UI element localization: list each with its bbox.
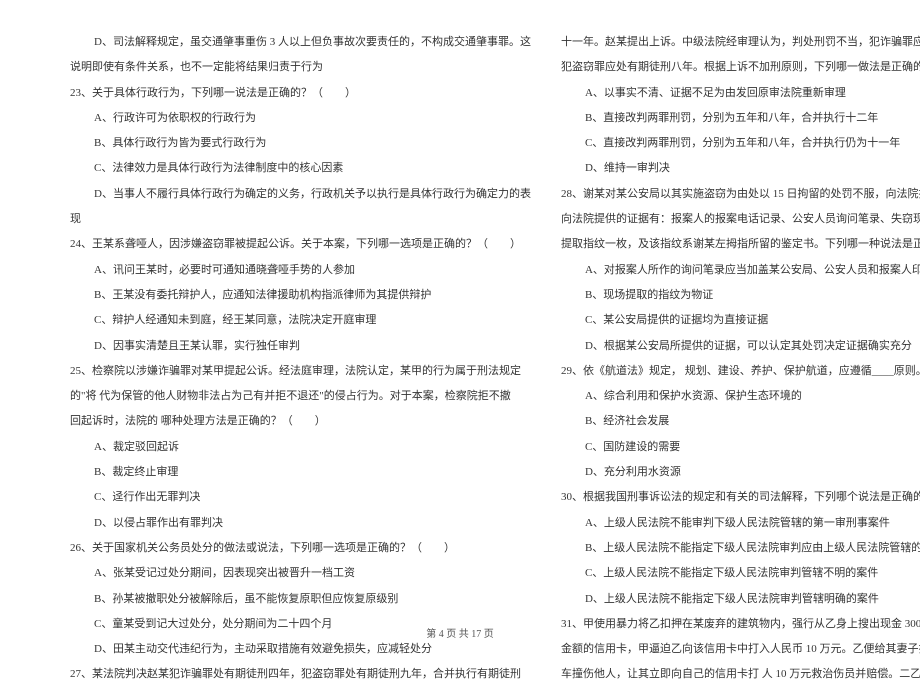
text-line: 29、依《航道法》规定， 规划、建设、养护、保护航道，应遵循____原则。（ ） xyxy=(561,359,920,384)
text-line: D、充分利用水资源 xyxy=(561,460,920,485)
text-line: 车撞伤他人，让其立即向自己的信用卡打 人 10 万元救治伤员并赔偿。二乙妻信以为… xyxy=(561,662,920,687)
text-line: 回起诉时，法院的 哪种处理方法是正确的？（ ） xyxy=(70,409,531,434)
text-line: D、因事实清楚且王某认罪，实行独任审判 xyxy=(70,334,531,359)
text-line: A、行政许可为依职权的行政行为 xyxy=(70,106,531,131)
text-line: B、上级人民法院不能指定下级人民法院审判应由上级人民法院管辖的第一审刑事案件 xyxy=(561,536,920,561)
text-line: D、以侵占罪作出有罪判决 xyxy=(70,511,531,536)
text-line: 25、检察院以涉嫌诈骗罪对某甲提起公诉。经法庭审理，法院认定，某甲的行为属于刑法… xyxy=(70,359,531,384)
text-line: C、某公安局提供的证据均为直接证据 xyxy=(561,308,920,333)
text-line: B、裁定终止审理 xyxy=(70,460,531,485)
right-column: 十一年。赵某提出上诉。中级法院经审理认为，判处刑罚不当，犯诈骗罪应处有期徒刑五年… xyxy=(561,30,920,625)
text-line: 27、某法院判决赵某犯诈骗罪处有期徒刑四年，犯盗窃罪处有期徒刑九年，合并执行有期… xyxy=(70,662,531,687)
text-line: A、以事实不清、证据不足为由发回原审法院重新审理 xyxy=(561,81,920,106)
text-line: 说明即使有条件关系，也不一定能将结果归责于行为 xyxy=(70,55,531,80)
text-line: B、经济社会发展 xyxy=(561,409,920,434)
text-line: 30、根据我国刑事诉讼法的规定和有关的司法解释，下列哪个说法是正确的？（ ） xyxy=(561,485,920,510)
text-line: 28、谢某对某公安局以其实施盗窃为由处以 15 日拘留的处罚不服，向法院提起行政… xyxy=(561,182,920,207)
text-line: C、法律效力是具体行政行为法律制度中的核心因素 xyxy=(70,156,531,181)
text-line: 26、关于国家机关公务员处分的做法或说法，下列哪一选项是正确的？（ ） xyxy=(70,536,531,561)
text-line: A、讯问王某时，必要时可通知通晓聋哑手势的人参加 xyxy=(70,258,531,283)
page-footer: 第 4 页 共 17 页 xyxy=(0,625,920,640)
text-line: D、维持一审判决 xyxy=(561,156,920,181)
text-line: 23、关于具体行政行为，下列哪一说法是正确的？（ ） xyxy=(70,81,531,106)
text-line: 十一年。赵某提出上诉。中级法院经审理认为，判处刑罚不当，犯诈骗罪应处有期徒刑五年… xyxy=(561,30,920,55)
text-line: B、孙某被撤职处分被解除后，虽不能恢复原职但应恢复原级别 xyxy=(70,587,531,612)
text-line: A、上级人民法院不能审判下级人民法院管辖的第一审刑事案件 xyxy=(561,511,920,536)
text-line: D、当事人不履行具体行政行为确定的义务，行政机关予以执行是具体行政行为确定力的表 xyxy=(70,182,531,207)
text-line: 向法院提供的证据有：报案人的报案电话记录、公安人员询问笔录、失窃现场勘验笔录、现… xyxy=(561,207,920,232)
text-line: 24、王某系聋哑人，因涉嫌盗窃罪被提起公诉。关于本案，下列哪一选项是正确的？（ … xyxy=(70,232,531,257)
text-line: B、王某没有委托辩护人，应通知法律援助机构指派律师为其提供辩护 xyxy=(70,283,531,308)
text-line: 提取指纹一枚，及该指纹系谢某左拇指所留的鉴定书。下列哪一种说法是正确的？（ ） xyxy=(561,232,920,257)
text-line: C、辩护人经通知未到庭，经王某同意，法院决定开庭审理 xyxy=(70,308,531,333)
text-line: C、直接改判两罪刑罚，分别为五年和八年，合并执行仍为十一年 xyxy=(561,131,920,156)
text-line: D、根据某公安局所提供的证据，可以认定其处罚决定证据确实充分 xyxy=(561,334,920,359)
text-line: C、国防建设的需要 xyxy=(561,435,920,460)
text-line: B、现场提取的指纹为物证 xyxy=(561,283,920,308)
left-column: D、司法解释规定，虽交通肇事重伤 3 人以上但负事故次要责任的，不构成交通肇事罪… xyxy=(70,30,531,625)
text-line: A、对报案人所作的询问笔录应当加盖某公安局、公安人员和报案人印章 xyxy=(561,258,920,283)
text-line: 现 xyxy=(70,207,531,232)
text-line: D、司法解释规定，虽交通肇事重伤 3 人以上但负事故次要责任的，不构成交通肇事罪… xyxy=(70,30,531,55)
text-line: A、裁定驳回起诉 xyxy=(70,435,531,460)
text-line: D、上级人民法院不能指定下级人民法院审判管辖明确的案件 xyxy=(561,587,920,612)
text-line: A、综合利用和保护水资源、保护生态环境的 xyxy=(561,384,920,409)
text-line: B、具体行政行为皆为要式行政行为 xyxy=(70,131,531,156)
text-line: C、迳行作出无罪判决 xyxy=(70,485,531,510)
text-line: A、张某受记过处分期间，因表现突出被晋升一档工资 xyxy=(70,561,531,586)
text-line: B、直接改判两罪刑罚，分别为五年和八年，合并执行十二年 xyxy=(561,106,920,131)
text-line: C、上级人民法院不能指定下级人民法院审判管辖不明的案件 xyxy=(561,561,920,586)
text-line: 的"将 代为保管的他人财物非法占为己有并拒不退还"的侵占行为。对于本案，检察院拒… xyxy=(70,384,531,409)
text-line: 犯盗窃罪应处有期徒刑八年。根据上诉不加刑原则，下列哪一做法是正确的？（ ） xyxy=(561,55,920,80)
exam-page: D、司法解释规定，虽交通肇事重伤 3 人以上但负事故次要责任的，不构成交通肇事罪… xyxy=(0,0,920,650)
